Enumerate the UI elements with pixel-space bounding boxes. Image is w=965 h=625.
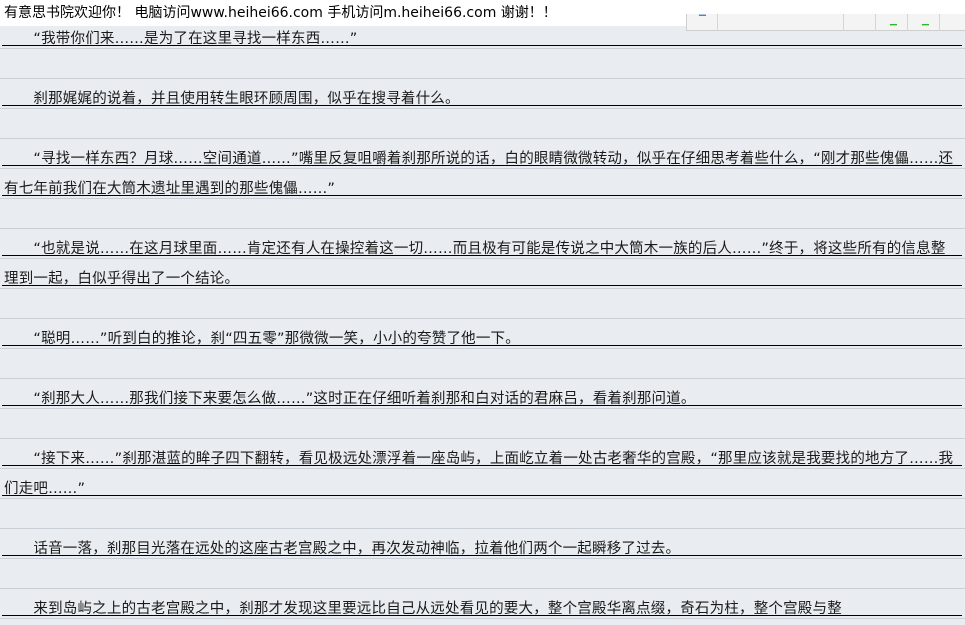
- paragraph-5: “聪明……”听到白的推论，刹“四五零”那微微一笑，小小的夸赞了他一下。: [4, 331, 520, 347]
- toolbar-button-3[interactable]: [844, 14, 876, 30]
- ruled-line-light: [0, 228, 965, 229]
- ruled-line-light: [0, 378, 965, 379]
- reader-toolbar: ▔ ▁ ▁: [686, 14, 965, 31]
- paragraph-3: “寻找一样东西？月球……空间通道……”嘴里反复咀嚼着刹那所说的话，白的眼睛微微转…: [4, 151, 954, 197]
- ruled-line-light: [0, 138, 965, 139]
- paragraph-2: 刹那娓娓的说着，并且使用转生眼环顾周围，似乎在搜寻着什么。: [4, 91, 460, 107]
- toolbar-button-2[interactable]: [718, 14, 844, 30]
- site-welcome-banner: 有意思书院欢迎你！ 电脑访问www.heihei66.com 手机访问m.hei…: [4, 5, 557, 21]
- paragraph-9: 来到岛屿之上的古老宫殿之中，刹那才发现这里要远比自己从远处看见的要大，整个宫殿华…: [4, 601, 842, 617]
- paragraph-7: “接下来……”刹那湛蓝的眸子四下翻转，看见极远处漂浮着一座岛屿，上面屹立着一处古…: [4, 451, 954, 497]
- paragraph-4: “也就是说……在这月球里面……肯定还有人在操控着这一切……而且极有可能是传说之中…: [4, 241, 946, 287]
- toolbar-button-4[interactable]: ▁: [876, 14, 908, 30]
- ruled-line-light: [0, 438, 965, 439]
- chapter-content: “我带你们来……是为了在这里寻找一样东西……” 刹那娓娓的说着，并且使用转生眼环…: [0, 20, 965, 625]
- ruled-line-light: [0, 588, 965, 589]
- paragraph-6: “刹那大人……那我们接下来要怎么做……”这时正在仔细听着刹那和白对话的君麻吕，看…: [4, 391, 696, 407]
- ruled-line-light: [0, 78, 965, 79]
- ruled-line-light: [0, 528, 965, 529]
- paragraph-8: 话音一落，刹那目光落在远处的这座古老宫殿之中，再次发动神临，拉着他们两个一起瞬移…: [4, 541, 681, 557]
- toolbar-button-1[interactable]: ▔: [687, 14, 718, 30]
- toolbar-button-5[interactable]: ▁: [908, 14, 940, 30]
- ruled-line-light: [0, 318, 965, 319]
